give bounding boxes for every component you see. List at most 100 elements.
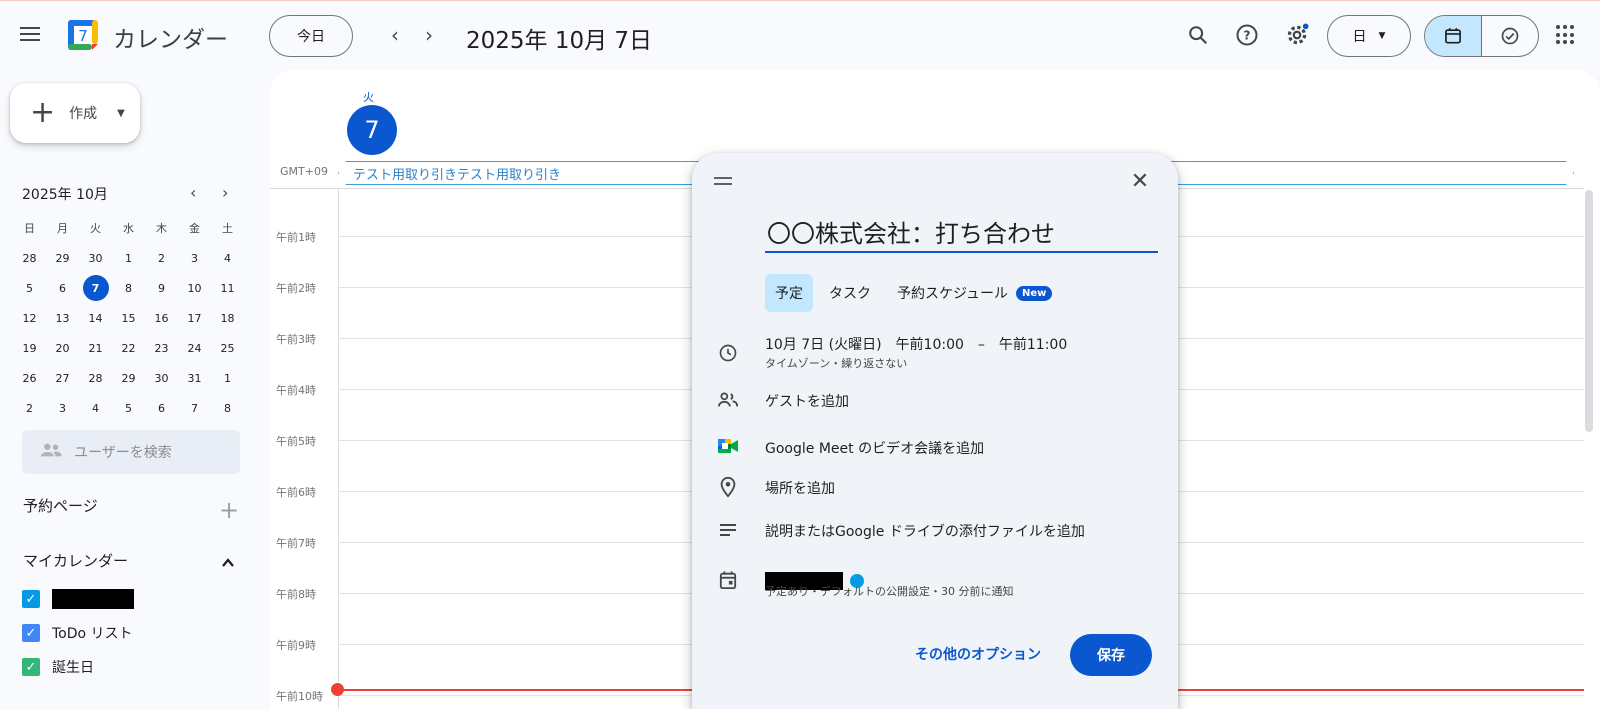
mini-day[interactable]: 8	[211, 402, 244, 415]
tab-label: 予約スケジュール	[897, 286, 1009, 302]
apps-icon[interactable]	[1556, 25, 1576, 45]
create-button[interactable]: + 作成 ▼	[10, 83, 140, 143]
mini-day[interactable]: 29	[112, 372, 145, 385]
mini-next-month-icon[interactable]: ›	[222, 183, 228, 202]
hour-label: 午前6時	[276, 486, 316, 499]
mini-day[interactable]: 2	[13, 402, 46, 415]
chevron-up-icon[interactable]	[221, 555, 235, 569]
availability-visibility-notification[interactable]: 予定あり・デフォルトの公開設定・30 分前に通知	[765, 583, 1014, 599]
add-location-field[interactable]: 場所を追加	[765, 478, 835, 498]
tab-event[interactable]: 予定	[765, 274, 813, 312]
help-icon[interactable]: ?	[1233, 21, 1261, 49]
save-button[interactable]: 保存	[1070, 634, 1152, 676]
mini-day[interactable]: 24	[178, 342, 211, 355]
mini-day[interactable]: 27	[46, 372, 79, 385]
mini-day[interactable]: 3	[46, 402, 79, 415]
hour-label: 午前3時	[276, 333, 316, 346]
weekday-label: 日	[24, 222, 35, 235]
tab-task[interactable]: タスク	[819, 274, 881, 312]
add-meet-link[interactable]: Google Meet のビデオ会議を追加	[765, 438, 984, 458]
mini-day[interactable]: 7	[178, 402, 211, 415]
mini-day[interactable]: 6	[145, 402, 178, 415]
guests-icon	[716, 388, 740, 412]
svg-text:7: 7	[78, 27, 88, 45]
mini-day[interactable]: 19	[13, 342, 46, 355]
mini-day[interactable]: 22	[112, 342, 145, 355]
menu-icon[interactable]	[18, 23, 42, 47]
mini-day[interactable]: 30	[79, 252, 112, 265]
event-type-tabs: 予定 タスク 予約スケジュール New	[765, 274, 1062, 312]
mini-day[interactable]: 4	[79, 402, 112, 415]
settings-icon[interactable]	[1283, 21, 1311, 49]
mini-day[interactable]: 25	[211, 342, 244, 355]
next-day-icon[interactable]: ›	[417, 23, 441, 47]
add-description-field[interactable]: 説明またはGoogle ドライブの添付ファイルを追加	[765, 521, 1085, 541]
mini-day[interactable]: 9	[145, 282, 178, 295]
mini-day[interactable]: 1	[112, 252, 145, 265]
checkbox-checked-icon[interactable]: ✓	[22, 624, 40, 642]
mini-day[interactable]: 11	[211, 282, 244, 295]
mini-day-selected[interactable]: 7	[82, 275, 109, 301]
mini-week-row: 5 6 7 8 9 10 11	[13, 273, 244, 303]
tasks-view-icon[interactable]	[1482, 16, 1538, 56]
mini-day[interactable]: 31	[178, 372, 211, 385]
mini-day[interactable]: 3	[178, 252, 211, 265]
mini-day[interactable]: 17	[178, 312, 211, 325]
day-weekday: 火	[363, 91, 374, 104]
close-icon[interactable]: ✕	[1128, 169, 1152, 194]
mini-day[interactable]: 20	[46, 342, 79, 355]
mini-prev-month-icon[interactable]: ‹	[190, 183, 196, 202]
calendar-view-icon[interactable]	[1425, 16, 1482, 56]
event-date-time[interactable]: 10月 7日 (火曜日) 午前10:00 – 午前11:00	[765, 334, 1067, 354]
mini-day[interactable]: 6	[46, 282, 79, 295]
calendar-icon	[716, 568, 740, 592]
calendar-item[interactable]: ✓	[22, 589, 134, 609]
mini-day[interactable]: 26	[13, 372, 46, 385]
checkbox-checked-icon[interactable]: ✓	[22, 658, 40, 676]
more-options-button[interactable]: その他のオプション	[915, 644, 1041, 664]
top-bar: 7 カレンダー 今日 ‹ › 2025年 10月 7日 ? 日 ▼	[0, 1, 1600, 68]
mini-day[interactable]: 23	[145, 342, 178, 355]
mini-day[interactable]: 4	[211, 252, 244, 265]
mini-day[interactable]: 16	[145, 312, 178, 325]
mini-day[interactable]: 13	[46, 312, 79, 325]
view-select[interactable]: 日 ▼	[1327, 15, 1411, 57]
mini-day[interactable]: 21	[79, 342, 112, 355]
my-calendars-heading[interactable]: マイカレンダー	[23, 550, 128, 571]
view-toggle	[1424, 15, 1539, 57]
mini-day[interactable]: 5	[112, 402, 145, 415]
event-title-input[interactable]	[765, 211, 1158, 253]
calendar-item-todo[interactable]: ✓ ToDo リスト	[22, 623, 133, 643]
mini-day[interactable]: 2	[145, 252, 178, 265]
scrollbar[interactable]	[1585, 190, 1593, 432]
mini-day[interactable]: 5	[13, 282, 46, 295]
mini-day[interactable]: 18	[211, 312, 244, 325]
mini-day[interactable]: 28	[79, 372, 112, 385]
user-search-field[interactable]: ユーザーを検索	[22, 430, 240, 474]
day-number[interactable]: 7	[347, 105, 397, 155]
mini-day[interactable]: 28	[13, 252, 46, 265]
tab-appointment-schedule[interactable]: 予約スケジュール New	[887, 274, 1062, 312]
hour-label: 午前2時	[276, 282, 316, 295]
hour-label: 午前10時	[276, 690, 323, 703]
add-guests-field[interactable]: ゲストを追加	[765, 391, 849, 411]
calendar-item-birthdays[interactable]: ✓ 誕生日	[22, 657, 94, 677]
mini-day[interactable]: 8	[112, 282, 145, 295]
drag-handle-icon[interactable]	[714, 177, 732, 189]
mini-day[interactable]: 1	[211, 372, 244, 385]
mini-day[interactable]: 15	[112, 312, 145, 325]
mini-day[interactable]: 14	[79, 312, 112, 325]
mini-week-row: 28 29 30 1 2 3 4	[13, 243, 244, 273]
mini-day[interactable]: 12	[13, 312, 46, 325]
today-button[interactable]: 今日	[269, 15, 353, 57]
timezone-label: GMT+09	[280, 165, 328, 178]
mini-day[interactable]: 30	[145, 372, 178, 385]
timezone-repeat-link[interactable]: タイムゾーン・繰り返さない	[765, 355, 907, 371]
search-icon[interactable]	[1184, 21, 1212, 49]
checkbox-checked-icon[interactable]: ✓	[22, 590, 40, 608]
mini-day[interactable]: 29	[46, 252, 79, 265]
mini-day[interactable]: 10	[178, 282, 211, 295]
previous-day-icon[interactable]: ‹	[383, 23, 407, 47]
add-booking-page-icon[interactable]: +	[219, 496, 239, 524]
hour-label: 午前9時	[276, 639, 316, 652]
